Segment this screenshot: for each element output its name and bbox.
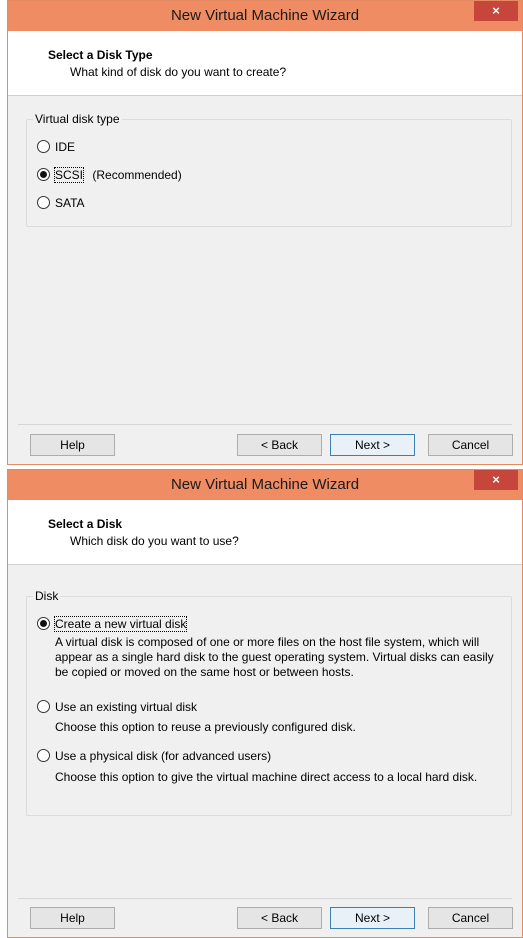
- help-button[interactable]: Help: [30, 434, 115, 456]
- radio-sata-label[interactable]: SATA: [55, 196, 85, 210]
- back-button[interactable]: < Back: [237, 434, 322, 456]
- footer-separator: [18, 898, 512, 899]
- radio-create-new-disk[interactable]: Create a new virtual disk: [37, 616, 503, 633]
- wizard-header: Select a Disk Which disk do you want to …: [8, 500, 522, 565]
- use-existing-description: Choose this option to reuse a previously…: [55, 720, 356, 734]
- disk-group: Disk Create a new virtual disk A virtual…: [26, 589, 512, 816]
- close-button[interactable]: ×: [474, 470, 518, 490]
- title-bar[interactable]: New Virtual Machine Wizard ×: [8, 1, 522, 31]
- close-button[interactable]: ×: [474, 1, 518, 21]
- wizard-window-select-disk: New Virtual Machine Wizard × Select a Di…: [7, 469, 523, 938]
- radio-scsi-text[interactable]: SCSI: [53, 167, 85, 183]
- radio-ide-circle[interactable]: [37, 140, 50, 153]
- radio-sata[interactable]: SATA: [37, 196, 503, 212]
- wizard-header: Select a Disk Type What kind of disk do …: [8, 31, 522, 96]
- radio-scsi[interactable]: SCSI (Recommended): [37, 167, 503, 184]
- radio-use-physical-label[interactable]: Use a physical disk (for advanced users): [55, 749, 271, 763]
- radio-use-existing-label[interactable]: Use an existing virtual disk: [55, 700, 197, 714]
- use-physical-description: Choose this option to give the virtual m…: [55, 770, 478, 784]
- help-button[interactable]: Help: [30, 907, 115, 929]
- next-button[interactable]: Next >: [330, 907, 415, 929]
- radio-create-new-circle[interactable]: [37, 617, 50, 630]
- header-title: Select a Disk Type: [48, 48, 153, 62]
- window-title: New Virtual Machine Wizard: [170, 476, 360, 493]
- radio-ide-label[interactable]: IDE: [55, 140, 75, 154]
- header-title: Select a Disk: [48, 517, 123, 531]
- radio-create-new-label[interactable]: Create a new virtual disk: [53, 616, 188, 632]
- title-bar[interactable]: New Virtual Machine Wizard ×: [8, 470, 522, 500]
- radio-use-existing-circle[interactable]: [37, 700, 50, 713]
- group-label: Virtual disk type: [33, 112, 122, 126]
- radio-scsi-circle[interactable]: [37, 168, 50, 181]
- group-label: Disk: [33, 589, 61, 603]
- create-new-description: A virtual disk is composed of one or mor…: [55, 635, 494, 679]
- wizard-window-disk-type: New Virtual Machine Wizard × Select a Di…: [7, 0, 523, 465]
- cancel-button[interactable]: Cancel: [428, 434, 513, 456]
- cancel-button[interactable]: Cancel: [428, 907, 513, 929]
- radio-use-physical-disk[interactable]: Use a physical disk (for advanced users): [37, 749, 503, 765]
- window-title: New Virtual Machine Wizard: [170, 7, 360, 24]
- footer-separator: [18, 424, 512, 425]
- recommended-note: (Recommended): [92, 168, 182, 182]
- radio-sata-circle[interactable]: [37, 196, 50, 209]
- virtual-disk-type-group: Virtual disk type IDE SCSI (Recommended)…: [26, 112, 512, 227]
- radio-ide[interactable]: IDE: [37, 140, 503, 156]
- header-subtitle: What kind of disk do you want to create?: [70, 65, 287, 79]
- radio-use-physical-circle[interactable]: [37, 749, 50, 762]
- radio-use-existing-disk[interactable]: Use an existing virtual disk: [37, 700, 503, 716]
- back-button[interactable]: < Back: [237, 907, 322, 929]
- next-button[interactable]: Next >: [330, 434, 415, 456]
- radio-scsi-label[interactable]: SCSI (Recommended): [53, 167, 182, 183]
- header-subtitle: Which disk do you want to use?: [70, 534, 239, 548]
